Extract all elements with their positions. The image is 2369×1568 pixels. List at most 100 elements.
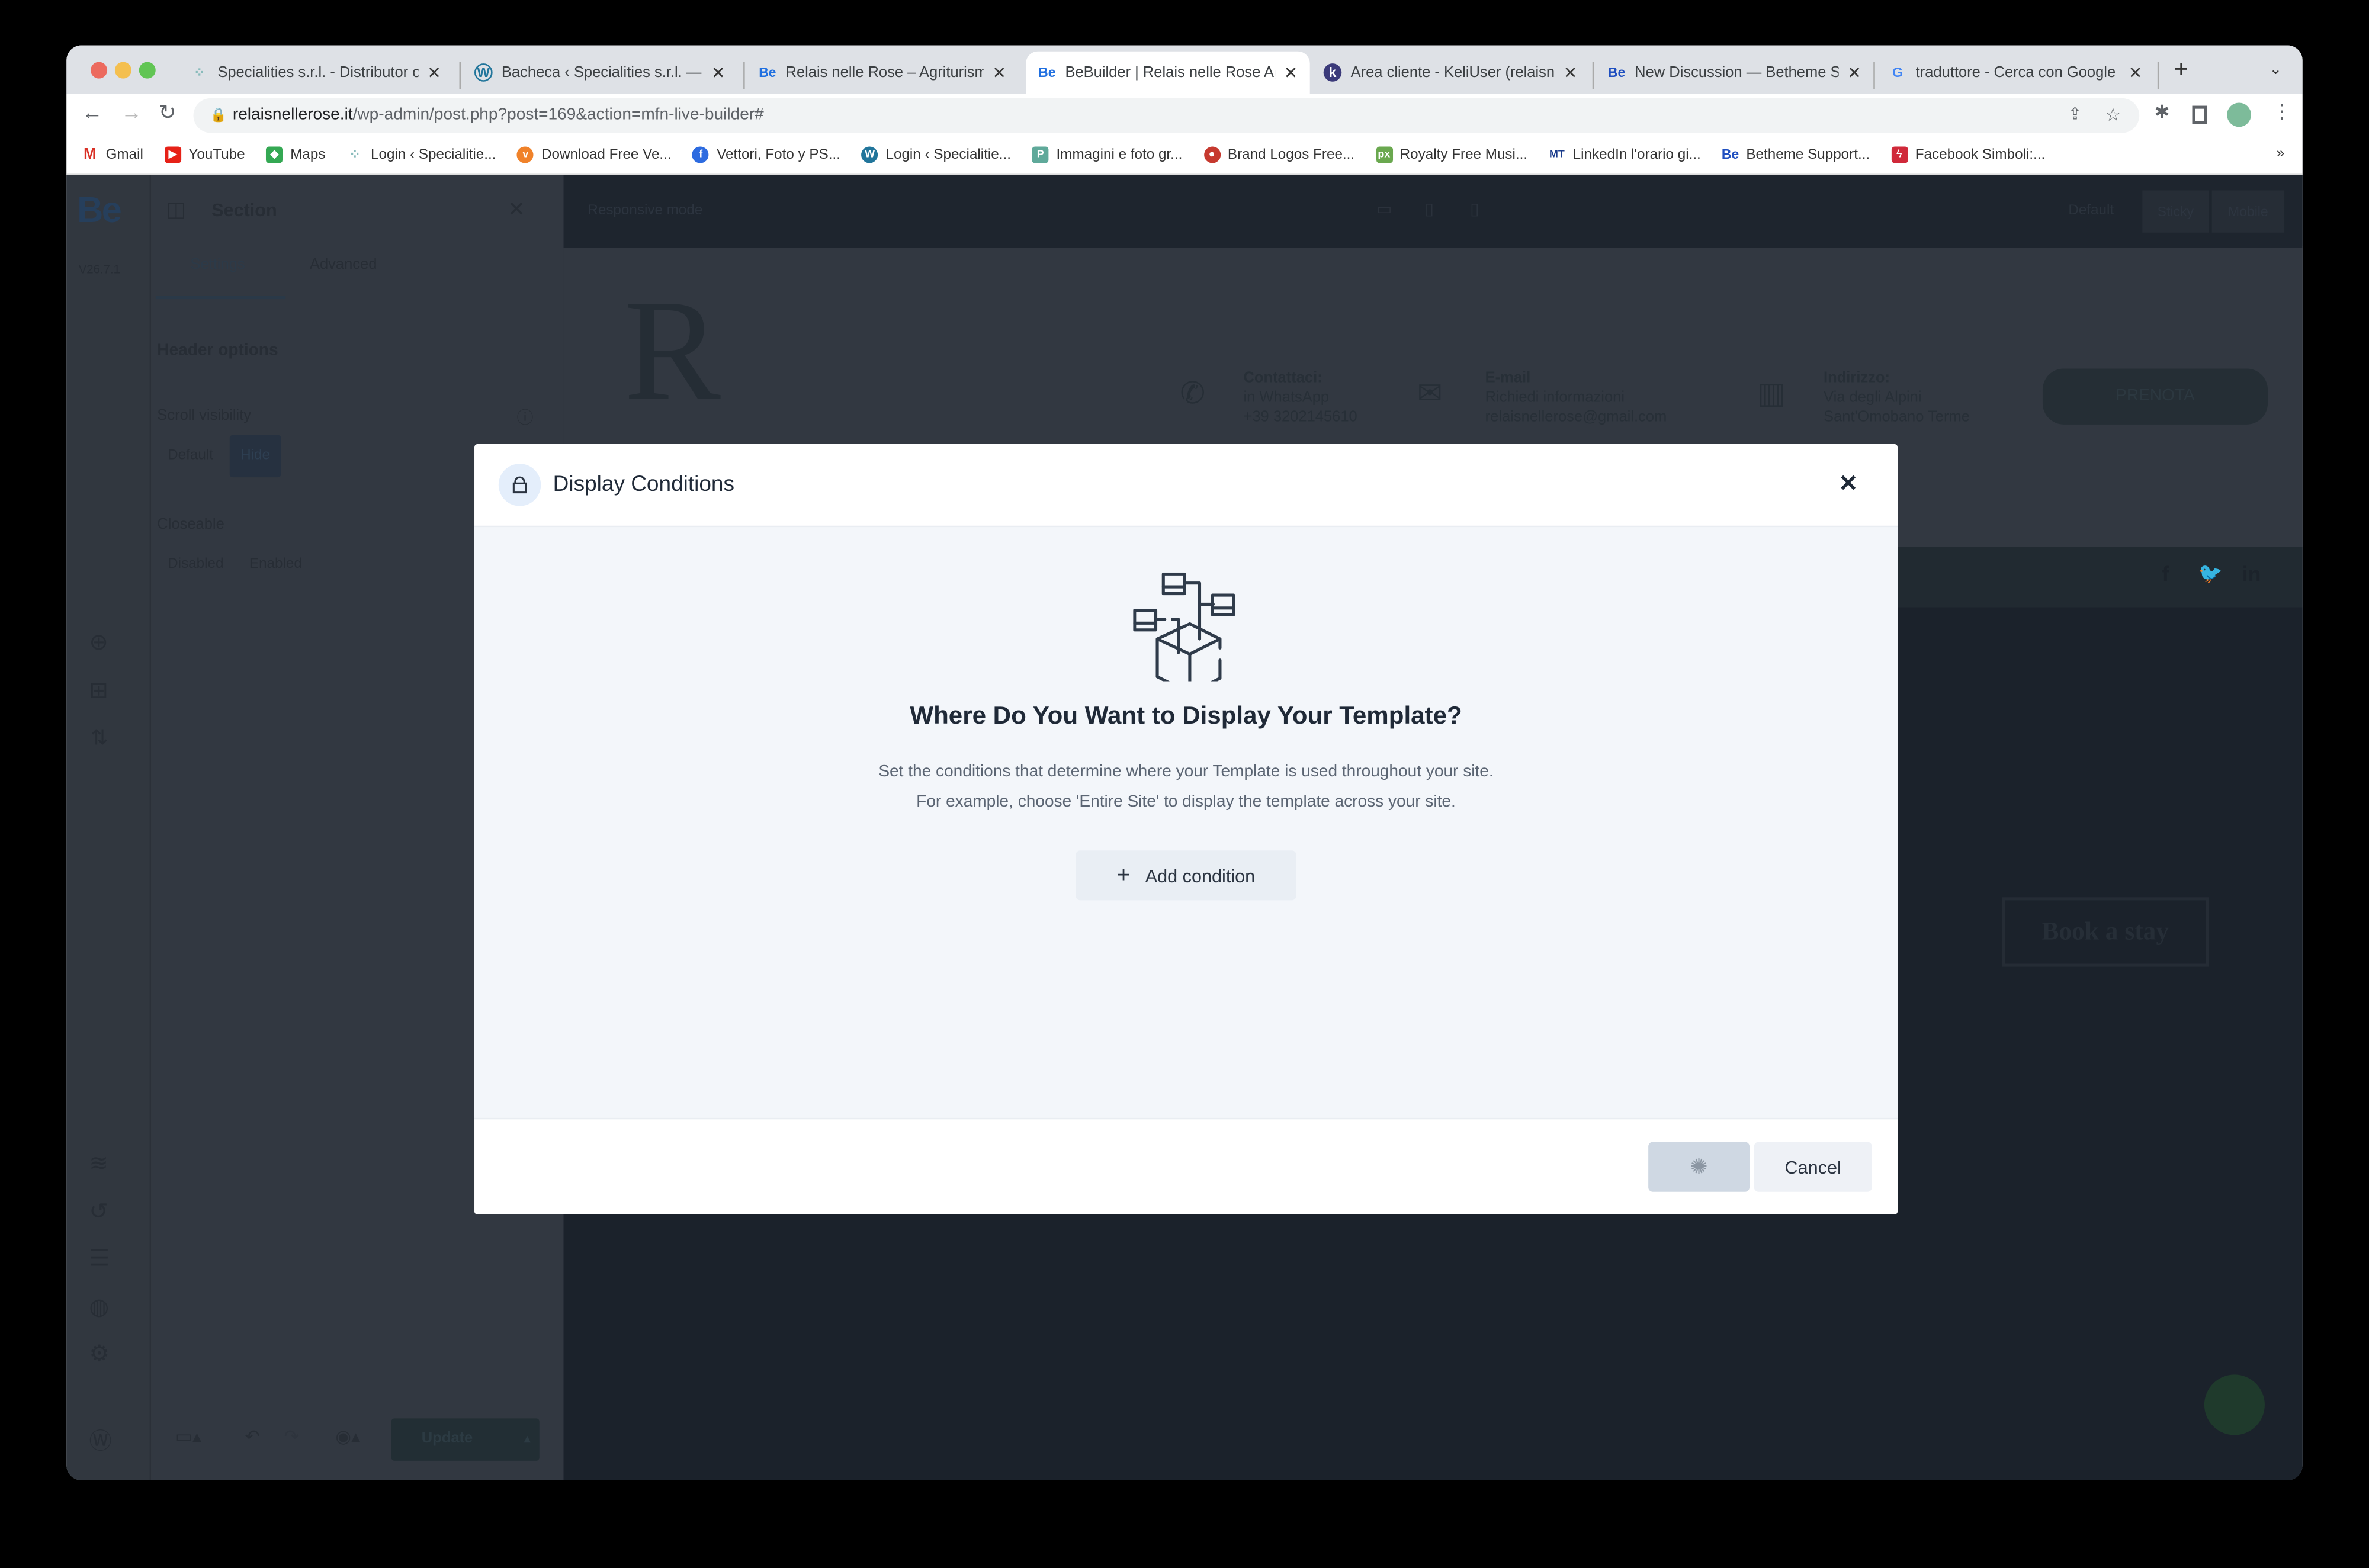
cancel-button[interactable]: Cancel — [1754, 1142, 1872, 1192]
share-icon[interactable]: ⇪ — [2068, 98, 2082, 133]
whatsapp-float-button[interactable] — [2204, 1374, 2265, 1435]
close-panel-button[interactable]: ✕ — [508, 197, 525, 222]
loading-spinner-icon: ✺ — [1690, 1153, 1708, 1178]
bookmark-star-icon[interactable]: ☆ — [2105, 98, 2121, 133]
modal-heading: Where Do You Want to Display Your Templa… — [910, 702, 1462, 730]
browser-tab[interactable]: W Bacheca ‹ Specialities s.r.l. — W ✕ — [463, 52, 737, 94]
bookmark[interactable]: ▶ YouTube — [164, 146, 245, 163]
display-conditions-modal: Display Conditions ✕ Where Do You Want t… — [474, 444, 1898, 1215]
address-bar-row: ← → ↻ 🔒 relaisnellerose.it/wp-admin/post… — [66, 94, 2303, 136]
desktop-view-icon[interactable]: ▭▴ — [175, 1426, 201, 1447]
modal-footer: ✺ Cancel — [474, 1117, 1898, 1214]
option-disabled[interactable]: Disabled — [168, 556, 223, 573]
specialities-icon: ⁘ — [194, 64, 206, 79]
preview-icon[interactable]: ◉▴ — [335, 1426, 360, 1447]
maximize-window-button[interactable] — [139, 62, 156, 79]
sliders-icon[interactable]: ☰ — [89, 1245, 110, 1272]
map-icon: ▥ — [1757, 377, 1786, 411]
tablet-icon[interactable]: ▯ — [1425, 200, 1434, 219]
specialities-icon: ⁘ — [349, 146, 361, 162]
responsive-mode-label: Responsive mode — [588, 202, 703, 219]
prenota-button[interactable]: PRENOTA — [2042, 368, 2268, 425]
tab-advanced[interactable]: Advanced — [310, 257, 377, 274]
redo-icon[interactable]: ↷ — [284, 1426, 300, 1447]
close-tab-icon[interactable]: ✕ — [1284, 63, 1298, 82]
panel-title: Section — [211, 199, 277, 221]
reload-button[interactable]: ↻ — [159, 99, 176, 125]
browser-tab-active[interactable]: Be BeBuilder | Relais nelle Rose Ag ✕ — [1026, 51, 1310, 94]
close-tab-icon[interactable]: ✕ — [992, 63, 1006, 82]
bookmark[interactable]: ● Brand Logos Free... — [1203, 146, 1354, 163]
update-button[interactable]: Update ▴ — [391, 1418, 540, 1461]
bookmark[interactable]: px Royalty Free Musi... — [1375, 146, 1527, 163]
close-modal-button[interactable]: ✕ — [1839, 470, 1858, 497]
back-button[interactable]: ← — [82, 99, 103, 124]
add-element-icon[interactable]: ⊕ — [89, 628, 108, 656]
bookmark[interactable]: ◆ Maps — [266, 146, 325, 163]
header-mode-mobile[interactable]: Mobile — [2211, 190, 2285, 233]
option-hide-selected[interactable]: Hide — [229, 435, 281, 478]
freepik-icon: f — [692, 146, 710, 163]
browser-tab[interactable]: ⁘ Specialities s.r.l. - Distributor of ✕ — [178, 52, 453, 94]
envelope-icon: ✉ — [1417, 377, 1443, 411]
close-tab-icon[interactable]: ✕ — [711, 63, 726, 82]
profile-avatar[interactable] — [2227, 102, 2251, 127]
close-tab-icon[interactable]: ✕ — [2129, 63, 2143, 82]
linkedin-icon[interactable]: in — [2242, 562, 2261, 586]
extensions-icon[interactable]: ✱ — [2155, 101, 2170, 123]
modal-header: Display Conditions ✕ — [474, 444, 1898, 528]
url-input[interactable]: 🔒 relaisnellerose.it/wp-admin/post.php?p… — [193, 98, 2140, 133]
save-button-loading[interactable]: ✺ — [1648, 1142, 1750, 1192]
new-tab-button[interactable]: + — [2174, 57, 2188, 85]
desktop-icon[interactable]: ▭ — [1376, 200, 1392, 219]
mobile-icon[interactable]: ▯ — [1470, 200, 1479, 219]
close-tab-icon[interactable]: ✕ — [1847, 63, 1861, 82]
more-bookmarks-button[interactable]: » — [2277, 145, 2285, 162]
gear-icon[interactable]: ⚙ — [89, 1340, 110, 1367]
bookmark[interactable]: MT LinkedIn l'orario gi... — [1549, 146, 1701, 163]
tab-search-chevron-icon[interactable]: ⌄ — [2270, 62, 2282, 79]
bookmark[interactable]: P Immagini e foto gr... — [1032, 146, 1182, 163]
gmail-icon: M — [84, 146, 97, 163]
option-enabled[interactable]: Enabled — [249, 556, 302, 573]
header-mode-default[interactable]: Default — [2068, 203, 2114, 219]
tab-settings[interactable]: Settings — [190, 257, 245, 274]
help-icon[interactable]: ⓘ — [516, 405, 533, 429]
layers-icon[interactable]: ≋ — [89, 1149, 108, 1177]
history-icon[interactable]: ↺ — [89, 1198, 108, 1225]
facebook-icon[interactable]: f — [2162, 562, 2169, 586]
modal-description-1: Set the conditions that determine where … — [878, 763, 1494, 781]
browser-menu-icon[interactable]: ⋮ — [2272, 99, 2292, 124]
option-default[interactable]: Default — [168, 447, 213, 464]
bookmark[interactable]: ⁘ Login ‹ Specialitie... — [346, 146, 496, 163]
book-a-stay-button[interactable]: Book a stay — [2002, 897, 2209, 967]
browser-tab[interactable]: k Area cliente - KeliUser (relaisne ✕ — [1311, 52, 1589, 94]
close-tab-icon[interactable]: ✕ — [427, 63, 441, 82]
close-tab-icon[interactable]: ✕ — [1564, 63, 1578, 82]
be-icon: Be — [1038, 65, 1056, 81]
bookmark[interactable]: Be Betheme Support... — [1722, 146, 1870, 163]
bookmark[interactable]: W Login ‹ Specialitie... — [861, 146, 1011, 163]
minimize-window-button[interactable] — [114, 62, 131, 79]
header-mode-sticky[interactable]: Sticky — [2142, 190, 2209, 233]
lock-icon — [498, 464, 541, 506]
add-condition-button[interactable]: + Add condition — [1076, 850, 1296, 901]
twitter-icon[interactable]: 🐦 — [2198, 562, 2223, 586]
site-logo: R — [624, 269, 721, 431]
browser-tab[interactable]: Be New Discussion — Betheme Su ✕ — [1596, 52, 1873, 94]
browser-tab[interactable]: Be Relais nelle Rose – Agriturismo ✕ — [746, 52, 1018, 94]
bookmark[interactable]: f Vettori, Foto y PS... — [692, 146, 840, 163]
update-options-caret-icon[interactable]: ▴ — [524, 1418, 530, 1460]
bookmark[interactable]: M Gmail — [82, 146, 143, 163]
bookmark[interactable]: v Download Free Ve... — [517, 146, 672, 163]
forward-button[interactable]: → — [121, 99, 142, 124]
bookmark[interactable]: ϟ Facebook Simboli:... — [1890, 146, 2045, 163]
undo-icon[interactable]: ↶ — [245, 1426, 260, 1447]
sections-grid-icon[interactable]: ⊞ — [89, 677, 108, 703]
side-panel-icon[interactable] — [2192, 105, 2208, 124]
wordpress-icon[interactable]: Ⓦ — [89, 1425, 112, 1457]
globe-icon[interactable]: ◍ — [89, 1293, 109, 1320]
close-window-button[interactable] — [91, 62, 108, 79]
browser-tab[interactable]: Gtraduttore - Cerca con Google ✕ — [1876, 52, 2154, 94]
sort-icon[interactable]: ⇅ — [91, 725, 108, 750]
